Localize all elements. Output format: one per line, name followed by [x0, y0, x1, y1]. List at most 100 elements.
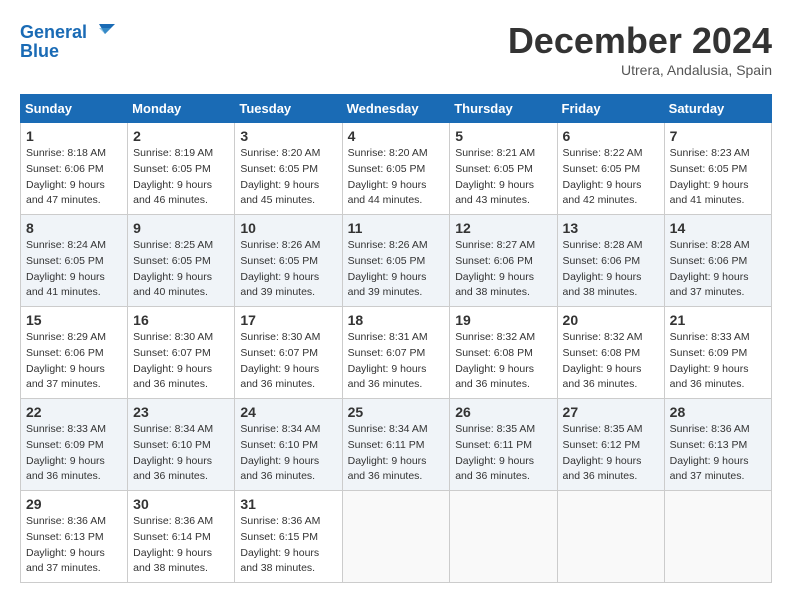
weekday-header-friday: Friday — [557, 95, 664, 123]
calendar-cell: 9 Sunrise: 8:25 AMSunset: 6:05 PMDayligh… — [128, 215, 235, 307]
calendar-cell: 27 Sunrise: 8:35 AMSunset: 6:12 PMDaylig… — [557, 399, 664, 491]
day-info: Sunrise: 8:30 AMSunset: 6:07 PMDaylight:… — [133, 330, 229, 393]
calendar-cell: 5 Sunrise: 8:21 AMSunset: 6:05 PMDayligh… — [450, 123, 557, 215]
month-title: December 2024 — [508, 20, 772, 62]
day-number: 30 — [133, 496, 229, 512]
day-info: Sunrise: 8:32 AMSunset: 6:08 PMDaylight:… — [563, 330, 659, 393]
calendar-cell — [342, 491, 450, 583]
day-info: Sunrise: 8:27 AMSunset: 6:06 PMDaylight:… — [455, 238, 551, 301]
day-info: Sunrise: 8:34 AMSunset: 6:10 PMDaylight:… — [133, 422, 229, 485]
day-number: 13 — [563, 220, 659, 236]
weekday-header-wednesday: Wednesday — [342, 95, 450, 123]
day-info: Sunrise: 8:31 AMSunset: 6:07 PMDaylight:… — [348, 330, 445, 393]
day-info: Sunrise: 8:19 AMSunset: 6:05 PMDaylight:… — [133, 146, 229, 209]
calendar-cell: 17 Sunrise: 8:30 AMSunset: 6:07 PMDaylig… — [235, 307, 342, 399]
day-number: 22 — [26, 404, 122, 420]
calendar-cell: 19 Sunrise: 8:32 AMSunset: 6:08 PMDaylig… — [450, 307, 557, 399]
weekday-header-tuesday: Tuesday — [235, 95, 342, 123]
day-info: Sunrise: 8:34 AMSunset: 6:10 PMDaylight:… — [240, 422, 336, 485]
calendar-cell: 16 Sunrise: 8:30 AMSunset: 6:07 PMDaylig… — [128, 307, 235, 399]
calendar-cell: 26 Sunrise: 8:35 AMSunset: 6:11 PMDaylig… — [450, 399, 557, 491]
day-info: Sunrise: 8:28 AMSunset: 6:06 PMDaylight:… — [670, 238, 766, 301]
day-number: 18 — [348, 312, 445, 328]
day-info: Sunrise: 8:22 AMSunset: 6:05 PMDaylight:… — [563, 146, 659, 209]
calendar-cell — [450, 491, 557, 583]
day-number: 29 — [26, 496, 122, 512]
day-info: Sunrise: 8:25 AMSunset: 6:05 PMDaylight:… — [133, 238, 229, 301]
calendar-cell — [664, 491, 771, 583]
location-subtitle: Utrera, Andalusia, Spain — [508, 62, 772, 78]
day-number: 5 — [455, 128, 551, 144]
day-number: 6 — [563, 128, 659, 144]
calendar-cell: 13 Sunrise: 8:28 AMSunset: 6:06 PMDaylig… — [557, 215, 664, 307]
calendar-cell: 24 Sunrise: 8:34 AMSunset: 6:10 PMDaylig… — [235, 399, 342, 491]
calendar-cell: 23 Sunrise: 8:34 AMSunset: 6:10 PMDaylig… — [128, 399, 235, 491]
day-info: Sunrise: 8:36 AMSunset: 6:14 PMDaylight:… — [133, 514, 229, 577]
day-number: 10 — [240, 220, 336, 236]
calendar-cell: 2 Sunrise: 8:19 AMSunset: 6:05 PMDayligh… — [128, 123, 235, 215]
calendar-cell: 4 Sunrise: 8:20 AMSunset: 6:05 PMDayligh… — [342, 123, 450, 215]
day-number: 9 — [133, 220, 229, 236]
day-number: 11 — [348, 220, 445, 236]
day-number: 19 — [455, 312, 551, 328]
calendar-cell: 22 Sunrise: 8:33 AMSunset: 6:09 PMDaylig… — [21, 399, 128, 491]
calendar-cell — [557, 491, 664, 583]
logo: General Blue — [20, 20, 115, 62]
calendar-cell: 20 Sunrise: 8:32 AMSunset: 6:08 PMDaylig… — [557, 307, 664, 399]
calendar-cell: 11 Sunrise: 8:26 AMSunset: 6:05 PMDaylig… — [342, 215, 450, 307]
day-info: Sunrise: 8:20 AMSunset: 6:05 PMDaylight:… — [240, 146, 336, 209]
day-number: 24 — [240, 404, 336, 420]
calendar-cell: 6 Sunrise: 8:22 AMSunset: 6:05 PMDayligh… — [557, 123, 664, 215]
day-number: 12 — [455, 220, 551, 236]
day-info: Sunrise: 8:24 AMSunset: 6:05 PMDaylight:… — [26, 238, 122, 301]
calendar-cell: 12 Sunrise: 8:27 AMSunset: 6:06 PMDaylig… — [450, 215, 557, 307]
day-number: 27 — [563, 404, 659, 420]
day-number: 16 — [133, 312, 229, 328]
day-info: Sunrise: 8:30 AMSunset: 6:07 PMDaylight:… — [240, 330, 336, 393]
calendar-cell: 8 Sunrise: 8:24 AMSunset: 6:05 PMDayligh… — [21, 215, 128, 307]
day-info: Sunrise: 8:26 AMSunset: 6:05 PMDaylight:… — [240, 238, 336, 301]
title-block: December 2024 Utrera, Andalusia, Spain — [508, 20, 772, 78]
day-number: 31 — [240, 496, 336, 512]
day-number: 4 — [348, 128, 445, 144]
calendar-cell: 10 Sunrise: 8:26 AMSunset: 6:05 PMDaylig… — [235, 215, 342, 307]
day-number: 23 — [133, 404, 229, 420]
day-info: Sunrise: 8:18 AMSunset: 6:06 PMDaylight:… — [26, 146, 122, 209]
logo-text: General — [20, 23, 87, 43]
day-info: Sunrise: 8:33 AMSunset: 6:09 PMDaylight:… — [670, 330, 766, 393]
day-number: 7 — [670, 128, 766, 144]
day-info: Sunrise: 8:23 AMSunset: 6:05 PMDaylight:… — [670, 146, 766, 209]
weekday-header-thursday: Thursday — [450, 95, 557, 123]
day-info: Sunrise: 8:21 AMSunset: 6:05 PMDaylight:… — [455, 146, 551, 209]
calendar-cell: 18 Sunrise: 8:31 AMSunset: 6:07 PMDaylig… — [342, 307, 450, 399]
calendar-cell: 14 Sunrise: 8:28 AMSunset: 6:06 PMDaylig… — [664, 215, 771, 307]
day-info: Sunrise: 8:35 AMSunset: 6:12 PMDaylight:… — [563, 422, 659, 485]
day-number: 3 — [240, 128, 336, 144]
day-number: 15 — [26, 312, 122, 328]
weekday-header-sunday: Sunday — [21, 95, 128, 123]
calendar-cell: 25 Sunrise: 8:34 AMSunset: 6:11 PMDaylig… — [342, 399, 450, 491]
calendar-cell: 7 Sunrise: 8:23 AMSunset: 6:05 PMDayligh… — [664, 123, 771, 215]
day-info: Sunrise: 8:35 AMSunset: 6:11 PMDaylight:… — [455, 422, 551, 485]
calendar-cell: 1 Sunrise: 8:18 AMSunset: 6:06 PMDayligh… — [21, 123, 128, 215]
day-number: 25 — [348, 404, 445, 420]
day-info: Sunrise: 8:28 AMSunset: 6:06 PMDaylight:… — [563, 238, 659, 301]
day-info: Sunrise: 8:36 AMSunset: 6:13 PMDaylight:… — [26, 514, 122, 577]
day-info: Sunrise: 8:36 AMSunset: 6:15 PMDaylight:… — [240, 514, 336, 577]
day-number: 21 — [670, 312, 766, 328]
weekday-header-monday: Monday — [128, 95, 235, 123]
calendar-cell: 30 Sunrise: 8:36 AMSunset: 6:14 PMDaylig… — [128, 491, 235, 583]
calendar-table: SundayMondayTuesdayWednesdayThursdayFrid… — [20, 94, 772, 583]
day-info: Sunrise: 8:20 AMSunset: 6:05 PMDaylight:… — [348, 146, 445, 209]
day-number: 17 — [240, 312, 336, 328]
day-number: 26 — [455, 404, 551, 420]
day-info: Sunrise: 8:34 AMSunset: 6:11 PMDaylight:… — [348, 422, 445, 485]
day-number: 14 — [670, 220, 766, 236]
calendar-cell: 15 Sunrise: 8:29 AMSunset: 6:06 PMDaylig… — [21, 307, 128, 399]
day-number: 2 — [133, 128, 229, 144]
calendar-cell: 28 Sunrise: 8:36 AMSunset: 6:13 PMDaylig… — [664, 399, 771, 491]
logo-blue-text: Blue — [20, 42, 59, 62]
page-header: General Blue December 2024 Utrera, Andal… — [20, 20, 772, 78]
day-info: Sunrise: 8:32 AMSunset: 6:08 PMDaylight:… — [455, 330, 551, 393]
weekday-header-saturday: Saturday — [664, 95, 771, 123]
